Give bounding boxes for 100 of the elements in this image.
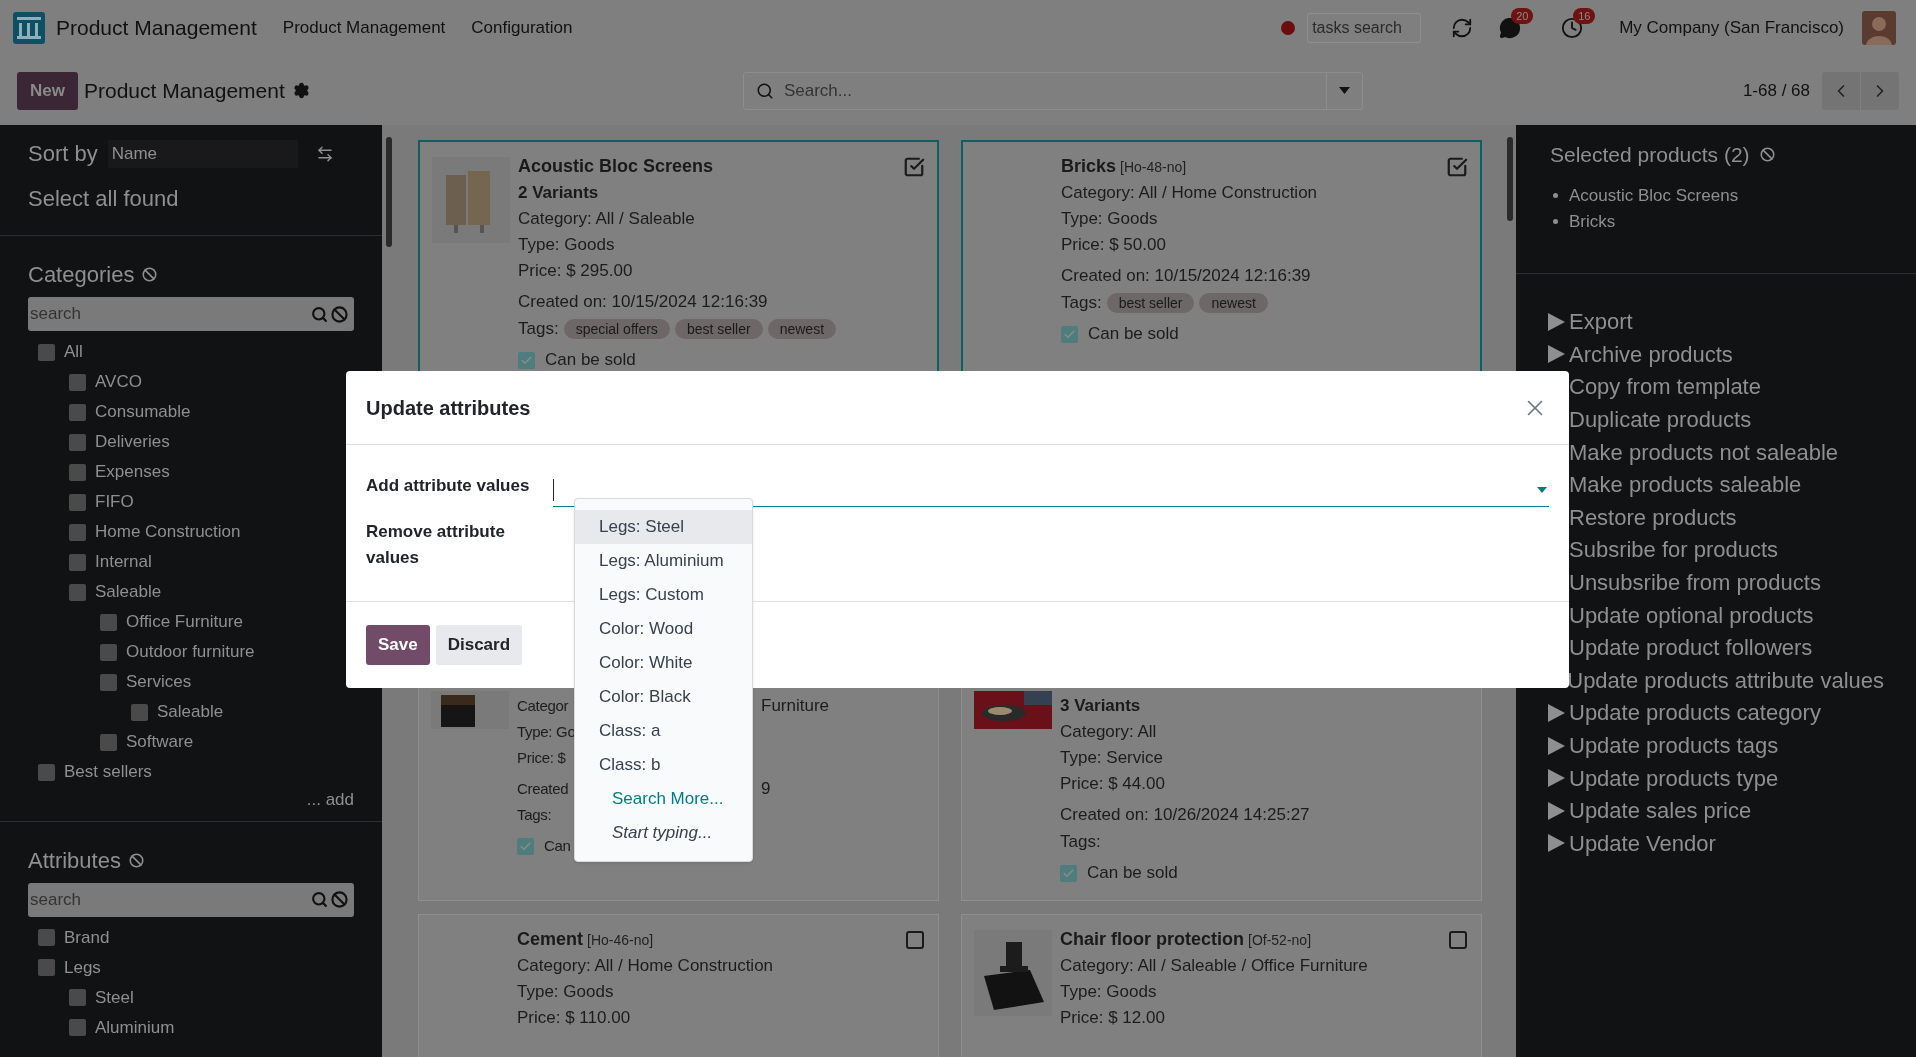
action-item[interactable]: Update Vendor — [1569, 826, 1716, 860]
select-all-link[interactable]: Select all found — [28, 182, 354, 215]
tree-item[interactable]: Legs — [64, 954, 101, 981]
search-input[interactable]: search — [28, 301, 311, 327]
action-item[interactable]: Unsubsribe from products — [1569, 566, 1821, 600]
dropdown-option[interactable]: Class: a — [575, 714, 752, 748]
pager-value[interactable]: 1-68 / 68 — [1742, 77, 1810, 104]
clear-icon[interactable] — [142, 267, 158, 282]
action-item[interactable]: Update products type — [1569, 761, 1779, 795]
tasks-search-field[interactable]: tasks search — [1307, 13, 1422, 43]
checkbox[interactable] — [1061, 325, 1078, 343]
checkbox[interactable] — [518, 351, 535, 369]
tree-item[interactable]: Services — [126, 669, 192, 695]
select-checkbox[interactable] — [1447, 929, 1469, 951]
tree-item[interactable]: Saleable — [95, 579, 162, 605]
checkbox[interactable] — [131, 703, 148, 721]
app-logo-icon[interactable] — [12, 11, 46, 45]
select-checkbox[interactable] — [904, 929, 926, 951]
tree-item[interactable]: Expenses — [95, 459, 170, 485]
tree-item[interactable]: All — [64, 339, 83, 365]
product-name[interactable]: Cement — [517, 925, 583, 953]
search-input[interactable]: Search... — [783, 77, 1326, 104]
save-button[interactable]: Save — [366, 625, 430, 665]
action-item[interactable]: Make products not saleable — [1569, 435, 1839, 469]
next-page-button[interactable] — [1861, 71, 1899, 110]
search-more-link[interactable]: Search More... — [575, 782, 752, 816]
checkbox[interactable] — [38, 343, 55, 361]
settings-icon[interactable] — [292, 82, 310, 99]
tree-item[interactable]: Deliveries — [95, 429, 170, 455]
action-item[interactable]: Update products category — [1569, 696, 1821, 730]
tree-item[interactable]: Saleable — [157, 699, 224, 725]
checkbox[interactable] — [1060, 864, 1077, 882]
sort-select[interactable]: Name — [107, 139, 298, 168]
checkbox[interactable] — [69, 373, 86, 391]
tree-item[interactable]: Outdoor furniture — [126, 639, 255, 665]
clear-icon[interactable] — [1759, 147, 1775, 163]
dropdown-option[interactable]: Legs: Custom — [575, 578, 752, 612]
dropdown-option[interactable]: Color: Wood — [575, 612, 752, 646]
company-name[interactable]: My Company (San Francisco) — [1619, 15, 1844, 41]
search-bar[interactable]: search — [28, 297, 354, 331]
tree-item[interactable]: Office Furniture — [126, 609, 243, 635]
checkbox[interactable] — [100, 673, 117, 691]
tree-item[interactable]: Software — [126, 729, 194, 755]
tree-item[interactable]: Home Construction — [95, 519, 241, 545]
checkbox[interactable] — [38, 959, 55, 976]
product-name[interactable]: Chair floor protection — [1060, 925, 1244, 953]
refresh-icon[interactable] — [1451, 17, 1474, 39]
checkbox[interactable] — [517, 837, 534, 855]
swap-icon[interactable] — [315, 144, 334, 163]
clear-icon[interactable] — [331, 891, 348, 908]
dropdown-option[interactable]: Class: b — [575, 748, 752, 782]
previous-page-button[interactable] — [1822, 71, 1860, 110]
add-link[interactable]: ... add — [306, 787, 354, 813]
tree-item[interactable]: Steel — [95, 984, 134, 1011]
action-item[interactable]: Update products tags — [1569, 729, 1779, 762]
new-button[interactable]: New — [17, 71, 78, 110]
tree-item[interactable]: AVCO — [95, 369, 142, 395]
avatar-icon[interactable] — [1862, 11, 1896, 45]
action-item[interactable]: Duplicate products — [1569, 403, 1752, 437]
dropdown-option[interactable]: Color: White — [575, 646, 752, 680]
checkbox[interactable] — [69, 1019, 86, 1036]
checkbox[interactable] — [38, 763, 55, 781]
checkbox[interactable] — [69, 463, 86, 481]
checkbox[interactable] — [69, 989, 86, 1006]
search-bar[interactable]: Search... — [742, 71, 1363, 110]
tree-item[interactable]: Best sellers — [64, 759, 152, 785]
select-checkbox[interactable] — [903, 156, 925, 178]
action-item[interactable]: Update products attribute values — [1567, 663, 1884, 697]
checkbox[interactable] — [100, 643, 117, 661]
action-item[interactable]: Make products saleable — [1569, 468, 1802, 502]
dropdown-option[interactable]: Legs: Steel — [575, 510, 752, 544]
checkbox[interactable] — [38, 929, 55, 946]
search-icon[interactable] — [311, 305, 328, 323]
action-item[interactable]: Archive products — [1569, 337, 1733, 371]
action-item[interactable]: Update product followers — [1569, 631, 1813, 665]
checkbox[interactable] — [69, 523, 86, 541]
search-icon[interactable] — [311, 891, 328, 908]
checkbox[interactable] — [69, 493, 86, 511]
dropdown-option[interactable]: Color: Black — [575, 680, 752, 714]
menu-item[interactable]: Product Management — [282, 15, 446, 41]
product-name[interactable]: Bricks — [1061, 152, 1117, 180]
search-input[interactable]: search — [28, 886, 311, 913]
action-item[interactable]: Update sales price — [1569, 794, 1752, 828]
dropdown-option[interactable]: Legs: Aluminium — [575, 544, 752, 578]
product-name[interactable]: Acoustic Bloc Screens — [518, 152, 714, 180]
clear-icon[interactable] — [128, 852, 144, 868]
action-item[interactable]: Update optional products — [1569, 598, 1814, 632]
checkbox[interactable] — [100, 613, 117, 631]
tree-item[interactable]: Brand — [64, 924, 110, 951]
discard-button[interactable]: Discard — [435, 625, 523, 665]
checkbox[interactable] — [69, 583, 86, 601]
tree-item[interactable]: Aluminium — [95, 1014, 175, 1041]
menu-item[interactable]: Configuration — [471, 15, 573, 41]
checkbox[interactable] — [69, 403, 86, 421]
checkbox[interactable] — [100, 733, 117, 751]
tree-item[interactable]: Internal — [95, 549, 152, 575]
checkbox[interactable] — [69, 553, 86, 571]
app-name[interactable]: Product Management — [56, 12, 257, 44]
product-card[interactable]: Cement [Ho-46-no] Category: All / Home Construction Type: Goods Price: $ 110.00 — [418, 914, 939, 1057]
checkbox[interactable] — [69, 433, 86, 451]
